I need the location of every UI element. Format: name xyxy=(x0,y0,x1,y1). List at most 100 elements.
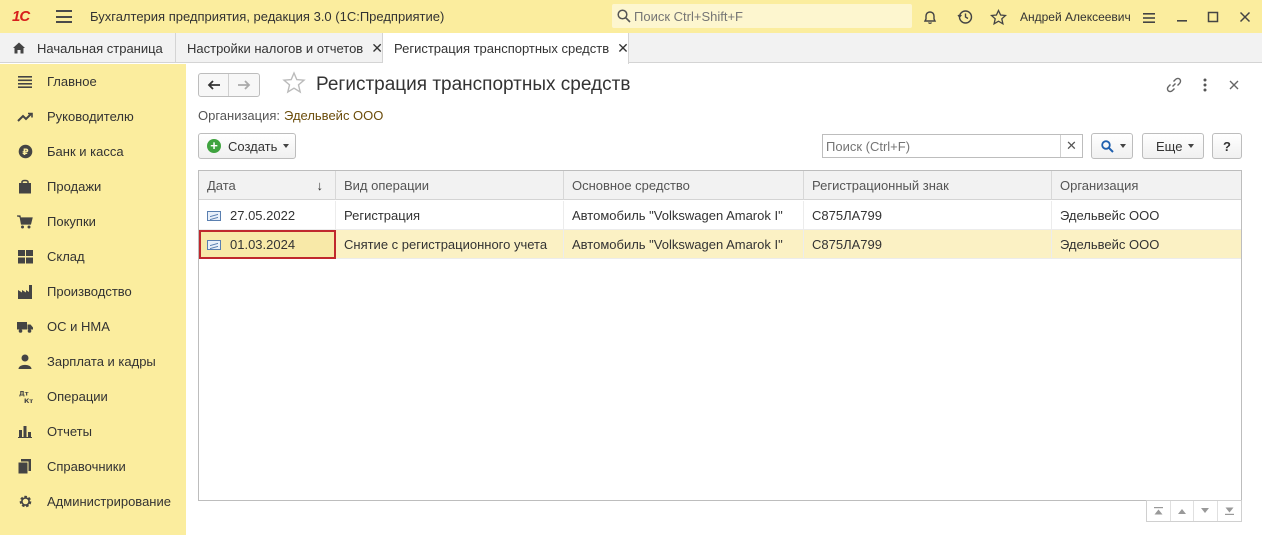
tab-tax-settings[interactable]: Настройки налогов и отчетов ✕ xyxy=(176,33,383,63)
tab-home[interactable]: Начальная страница xyxy=(0,33,176,63)
tab-tax-settings-label: Настройки налогов и отчетов xyxy=(187,40,364,56)
cell-date[interactable]: 27.05.2022 xyxy=(199,201,336,230)
sidebar-item-fixed-assets[interactable]: ОС и НМА xyxy=(0,309,186,344)
tab-close-icon[interactable]: ✕ xyxy=(617,40,629,57)
app-logo-text: 1С xyxy=(12,8,30,25)
sidebar-item-label: Администрирование xyxy=(47,494,171,509)
sidebar-item-manager[interactable]: Руководителю xyxy=(0,99,186,134)
tab-vehicle-registration-label: Регистрация транспортных средств xyxy=(394,41,610,56)
cell-date-text: 27.05.2022 xyxy=(230,208,296,223)
minimize-icon[interactable] xyxy=(1172,7,1192,27)
column-header-organization[interactable]: Организация xyxy=(1052,171,1241,200)
history-icon[interactable] xyxy=(955,7,975,27)
cell-plate[interactable]: С875ЛА799 xyxy=(804,201,1052,230)
trend-icon xyxy=(17,109,33,125)
sidebar-item-operations[interactable]: Дт Кт Операции xyxy=(0,379,186,414)
main-form: Регистрация транспортных средств Организ… xyxy=(186,64,1262,535)
cell-date[interactable]: 01.03.2024 xyxy=(199,230,336,259)
favorites-star-icon[interactable] xyxy=(988,7,1008,27)
document-icon xyxy=(207,210,221,221)
plus-icon: + xyxy=(207,139,221,153)
cell-organization[interactable]: Эдельвейс ООО xyxy=(1052,201,1241,230)
maximize-icon[interactable] xyxy=(1203,7,1223,27)
sort-desc-icon: ↓ xyxy=(316,178,324,193)
sidebar-item-label: Отчеты xyxy=(47,424,92,439)
cell-operation[interactable]: Регистрация xyxy=(336,201,564,230)
sidebar-item-warehouse[interactable]: Склад xyxy=(0,239,186,274)
column-header-date[interactable]: Дата ↓ xyxy=(199,171,336,200)
vehicle-registration-table: Дата ↓ Вид операции Основное средство Ре… xyxy=(198,170,1242,501)
help-button-label: ? xyxy=(1223,138,1231,154)
add-to-favorites-star-icon[interactable] xyxy=(282,71,306,99)
tab-home-label: Начальная страница xyxy=(37,40,163,56)
bell-icon[interactable] xyxy=(920,7,940,27)
organization-label: Организация: xyxy=(198,108,281,123)
sidebar-item-administration[interactable]: Администрирование xyxy=(0,484,186,519)
cell-plate[interactable]: С875ЛА799 xyxy=(804,230,1052,259)
page-up-icon[interactable] xyxy=(1171,501,1194,521)
tab-close-icon[interactable]: ✕ xyxy=(371,40,383,57)
arrow-right-icon xyxy=(238,80,251,90)
organization-value[interactable]: Эдельвейс ООО xyxy=(284,108,383,123)
svg-text:₽: ₽ xyxy=(22,148,28,158)
sidebar-item-purchases[interactable]: Покупки xyxy=(0,204,186,239)
forward-button[interactable] xyxy=(229,74,259,96)
main-menu-icon[interactable] xyxy=(56,10,72,23)
column-header-label: Основное средство xyxy=(572,178,690,193)
cell-organization[interactable]: Эдельвейс ООО xyxy=(1052,230,1241,259)
sidebar-item-salary[interactable]: Зарплата и кадры xyxy=(0,344,186,379)
search-icon xyxy=(617,9,631,23)
list-navigation xyxy=(1146,500,1242,522)
clear-search-icon[interactable]: ✕ xyxy=(1060,135,1082,157)
sidebar-item-label: Зарплата и кадры xyxy=(47,354,156,369)
column-header-operation[interactable]: Вид операции xyxy=(336,171,564,200)
table-row[interactable]: 27.05.2022 Регистрация Автомобиль "Volks… xyxy=(199,201,1241,230)
settings-menu-icon[interactable] xyxy=(1139,8,1159,28)
column-header-plate[interactable]: Регистрационный знак xyxy=(804,171,1052,200)
page-down-icon[interactable] xyxy=(1194,501,1218,521)
menu-lines-icon xyxy=(17,74,33,90)
truck-icon xyxy=(17,319,33,335)
sidebar-item-label: Главное xyxy=(47,74,97,89)
close-form-icon[interactable] xyxy=(1224,75,1244,95)
cell-operation[interactable]: Снятие с регистрационного учета xyxy=(336,230,564,259)
global-search[interactable] xyxy=(612,4,912,28)
back-button[interactable] xyxy=(199,74,230,96)
create-button[interactable]: + Создать xyxy=(198,133,296,159)
sidebar-item-main[interactable]: Главное xyxy=(0,64,186,99)
help-button[interactable]: ? xyxy=(1212,133,1242,159)
global-search-input[interactable] xyxy=(634,7,904,25)
list-search[interactable]: ✕ xyxy=(822,134,1083,158)
bar-chart-icon xyxy=(17,424,33,440)
sidebar-item-production[interactable]: Производство xyxy=(0,274,186,309)
chevron-down-icon xyxy=(1188,144,1195,148)
page-title: Регистрация транспортных средств xyxy=(316,74,631,95)
app-logo[interactable]: 1С xyxy=(12,8,30,25)
sections-sidebar: Главное Руководителю ₽ Банк и касса Прод… xyxy=(0,64,186,535)
last-page-icon[interactable] xyxy=(1218,501,1241,521)
column-header-label: Регистрационный знак xyxy=(812,178,949,193)
cell-asset[interactable]: Автомобиль "Volkswagen Amarok I" xyxy=(564,230,804,259)
warehouse-icon xyxy=(17,249,33,265)
sidebar-item-label: Склад xyxy=(47,249,85,264)
chevron-down-icon xyxy=(1120,144,1126,148)
more-actions-icon[interactable] xyxy=(1195,75,1215,95)
tab-vehicle-registration[interactable]: Регистрация транспортных средств ✕ xyxy=(383,33,629,64)
first-page-icon[interactable] xyxy=(1147,501,1171,521)
list-search-input[interactable] xyxy=(826,138,1056,155)
table-row-selected[interactable]: 01.03.2024 Снятие с регистрационного уче… xyxy=(199,230,1241,259)
sidebar-item-sales[interactable]: Продажи xyxy=(0,169,186,204)
open-tabs-bar: Начальная страница Настройки налогов и о… xyxy=(0,33,1262,64)
close-window-icon[interactable] xyxy=(1235,7,1255,27)
sidebar-item-directories[interactable]: Справочники xyxy=(0,449,186,484)
more-button[interactable]: Еще xyxy=(1142,133,1204,159)
arrow-left-icon xyxy=(207,80,220,90)
sidebar-item-bank[interactable]: ₽ Банк и касса xyxy=(0,134,186,169)
sidebar-item-reports[interactable]: Отчеты xyxy=(0,414,186,449)
cell-asset[interactable]: Автомобиль "Volkswagen Amarok I" xyxy=(564,201,804,230)
link-icon[interactable] xyxy=(1164,75,1184,95)
column-header-asset[interactable]: Основное средство xyxy=(564,171,804,200)
user-name[interactable]: Андрей Алексеевич xyxy=(1020,10,1131,24)
search-options-button[interactable] xyxy=(1091,133,1133,159)
nav-buttons xyxy=(198,73,260,97)
